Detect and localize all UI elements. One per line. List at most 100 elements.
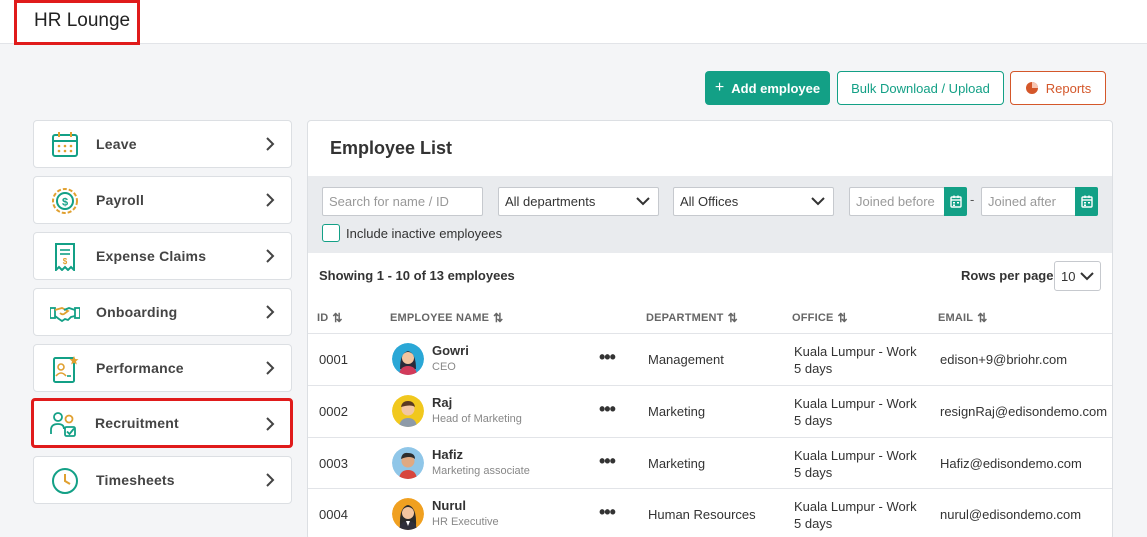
employee-email: resignRaj@edisondemo.com [940,404,1108,419]
search-input[interactable]: Search for name / ID [322,187,483,216]
row-actions-menu[interactable]: ••• [599,451,616,472]
sidebar-item-onboarding[interactable]: Onboarding [33,288,292,336]
employee-list-panel: Employee List Search for name / ID All d… [307,120,1113,537]
table-row[interactable]: 0004 Nurul HR Executive ••• Human Resour… [308,489,1112,537]
avatar [392,447,424,479]
app-title: HR Lounge [14,0,140,45]
svg-text:$: $ [63,257,68,266]
chevron-down-icon [636,197,650,206]
add-employee-button[interactable]: + Add employee [705,71,830,105]
sort-icon: ⇅ [493,311,504,325]
plus-icon: + [714,79,725,96]
table-row[interactable]: 0002 Raj Head of Marketing ••• Marketing… [308,386,1112,437]
column-header-department[interactable]: DEPARTMENT ⇅ [646,311,738,325]
chevron-right-icon [266,473,275,487]
include-inactive-checkbox[interactable] [322,224,340,242]
chevron-right-icon [266,249,275,263]
sidebar-item-timesheets[interactable]: Timesheets [33,456,292,504]
sidebar-item-expense-claims[interactable]: $ Expense Claims [33,232,292,280]
employee-department: Human Resources [648,507,756,522]
column-header-email[interactable]: EMAIL ⇅ [938,311,988,325]
department-select[interactable]: All departments [498,187,659,216]
row-actions-menu[interactable]: ••• [599,347,616,368]
calendar-icon [1080,195,1093,208]
column-header-employee-name[interactable]: EMPLOYEE NAME ⇅ [390,311,503,325]
top-bar: HR Lounge [0,0,1147,45]
chevron-right-icon [266,361,275,375]
sidebar-item-label: Timesheets [96,472,175,488]
sidebar-item-label: Expense Claims [96,248,207,264]
reports-label: Reports [1045,80,1092,96]
joined-before-calendar-button[interactable] [944,187,967,216]
svg-text:$: $ [62,197,68,209]
sidebar-item-label: Leave [96,136,137,152]
joined-before-input[interactable]: Joined before [849,187,945,216]
employee-department: Management [648,352,724,367]
showing-count: Showing 1 - 10 of 13 employees [319,268,515,283]
sidebar-item-label: Recruitment [95,415,179,431]
office-value: All Offices [680,194,739,209]
pie-chart-icon [1025,82,1038,94]
sort-icon: ⇅ [977,311,988,325]
reports-button[interactable]: Reports [1010,71,1106,105]
employee-name[interactable]: Gowri [432,343,469,358]
dollar-coin-icon: $ [52,188,78,214]
column-header-office[interactable]: OFFICE ⇅ [792,311,848,325]
row-actions-menu[interactable]: ••• [599,502,616,523]
avatar [392,343,424,375]
handshake-icon [50,307,80,323]
include-inactive-label: Include inactive employees [346,226,503,241]
star-certificate-icon [53,356,79,383]
bulk-download-upload-label: Bulk Download / Upload [851,80,990,96]
employee-role: Marketing associate [432,465,530,477]
sort-icon: ⇅ [837,311,848,325]
sidebar-item-leave[interactable]: Leave [33,120,292,168]
employee-name[interactable]: Raj [432,395,452,410]
office-select[interactable]: All Offices [673,187,834,216]
chevron-right-icon [266,193,275,207]
row-actions-menu[interactable]: ••• [599,399,616,420]
table-row[interactable]: 0001 Gowri CEO ••• Management Kuala Lump… [308,334,1112,385]
employee-role: CEO [432,361,456,373]
employee-role: Head of Marketing [432,413,522,425]
sidebar-item-label: Performance [96,360,184,376]
employee-role: HR Executive [432,516,499,528]
chevron-right-icon [266,305,275,319]
chevron-right-icon [266,137,275,151]
column-header-id[interactable]: ID ⇅ [317,311,343,325]
employee-id: 0001 [319,352,348,367]
employee-department: Marketing [648,404,706,419]
joined-after-input[interactable]: Joined after [981,187,1077,216]
rows-per-page-select[interactable]: 10 [1054,261,1101,291]
employee-name[interactable]: Hafiz [432,447,463,462]
joined-after-calendar-button[interactable] [1075,187,1098,216]
table-row[interactable]: 0003 Hafiz Marketing associate ••• Marke… [308,438,1112,489]
employee-office: Kuala Lumpur - Work 5 days [794,344,917,376]
employee-id: 0002 [319,404,348,419]
date-range-separator: - [970,192,975,207]
receipt-icon: $ [55,243,75,271]
sidebar-item-recruitment[interactable]: Recruitment [31,398,293,448]
employee-email: edison+9@briohr.com [940,352,1068,367]
avatar [392,498,424,530]
sidebar-item-performance[interactable]: Performance [33,344,292,392]
add-employee-label: Add employee [731,80,821,96]
employee-name[interactable]: Nurul [432,498,466,513]
employee-id: 0004 [319,507,348,522]
bulk-download-upload-button[interactable]: Bulk Download / Upload [837,71,1004,105]
sort-icon: ⇅ [727,311,738,325]
people-check-icon [50,412,76,437]
rows-per-page-value: 10 [1061,269,1076,284]
employee-department: Marketing [648,456,706,471]
panel-title: Employee List [330,138,453,158]
rows-per-page-label: Rows per page [961,268,1054,283]
employee-office: Kuala Lumpur - Work 5 days [794,499,917,531]
department-value: All departments [505,194,596,209]
chevron-down-icon [811,197,825,206]
calendar-icon [52,132,78,157]
sort-icon: ⇅ [332,311,343,325]
sidebar-item-label: Onboarding [96,304,178,320]
sidebar-item-payroll[interactable]: $ Payroll [33,176,292,224]
employee-email: nurul@edisondemo.com [940,507,1082,522]
employee-email: Hafiz@edisondemo.com [940,456,1082,471]
